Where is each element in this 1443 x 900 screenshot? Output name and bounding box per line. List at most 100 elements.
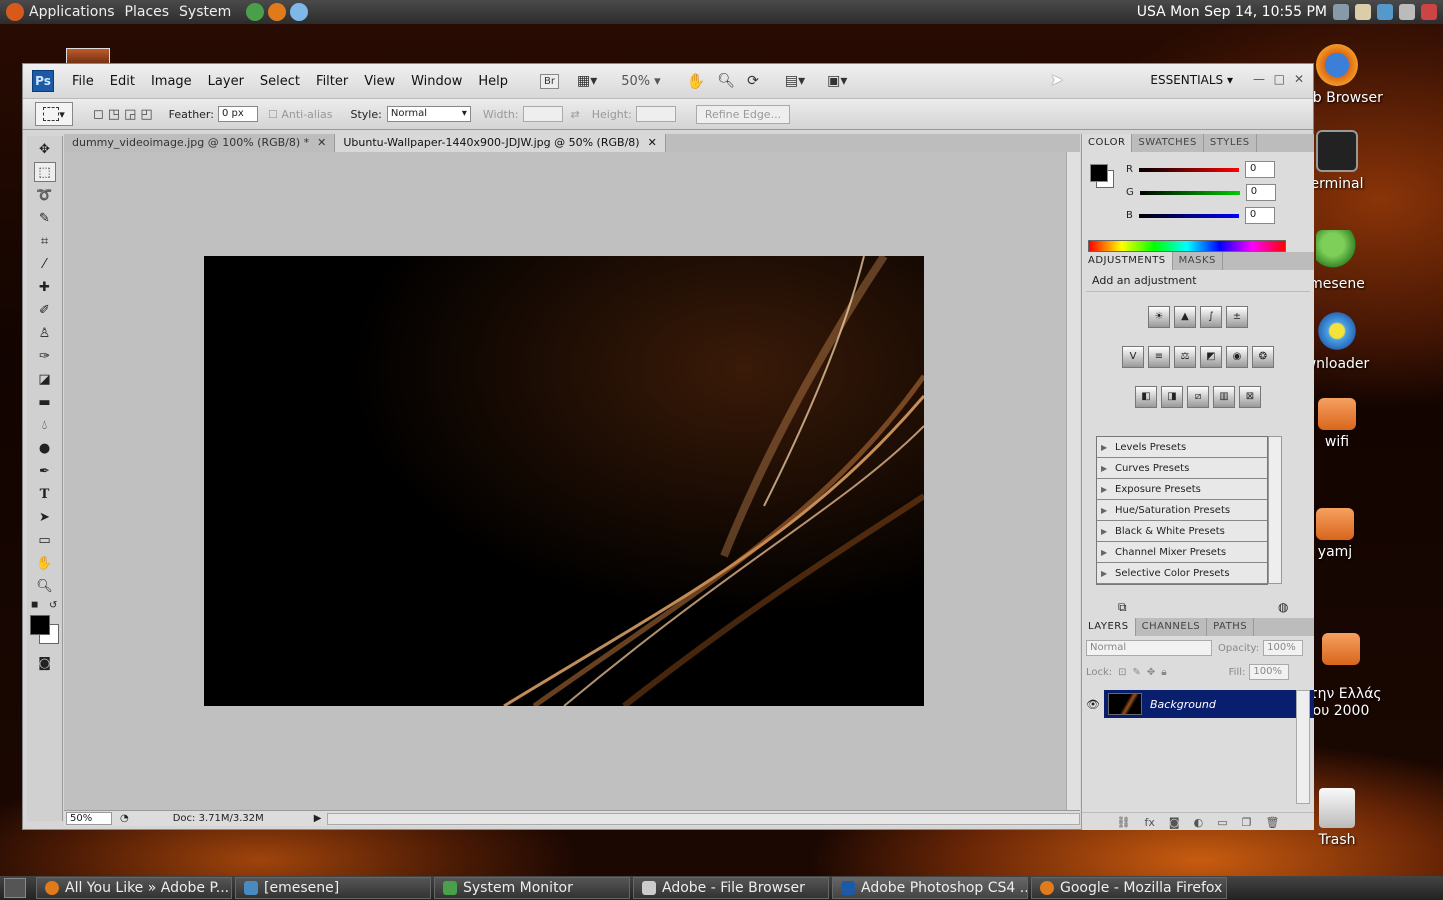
color-swatches[interactable]: ◼ ↺: [27, 600, 62, 650]
close-icon[interactable]: ✕: [1294, 72, 1304, 86]
menu-help[interactable]: Help: [470, 74, 516, 89]
menu-image[interactable]: Image: [143, 74, 200, 89]
layers-scrollbar[interactable]: [1296, 690, 1310, 804]
status-arrow-icon[interactable]: ▶: [314, 813, 322, 824]
quick-select-tool-icon[interactable]: ✎: [34, 208, 56, 228]
red-value[interactable]: 0: [1244, 161, 1275, 178]
view-extras-icon[interactable]: ▦▾: [577, 73, 597, 89]
green-value[interactable]: 0: [1245, 184, 1276, 201]
menu-layer[interactable]: Layer: [200, 74, 252, 89]
preset-levels[interactable]: Levels Presets: [1097, 437, 1267, 458]
selective-color-icon[interactable]: ⊠: [1239, 386, 1261, 408]
tab-layers[interactable]: LAYERS: [1082, 618, 1136, 636]
blue-value[interactable]: 0: [1244, 207, 1275, 224]
marquee-tool-icon[interactable]: ⬚: [33, 162, 56, 182]
black-white-icon[interactable]: ◩: [1200, 346, 1222, 368]
crop-tool-icon[interactable]: ⌗: [34, 231, 56, 251]
shape-tool-icon[interactable]: ▭: [34, 530, 56, 550]
hand-tool-icon[interactable]: ✋: [34, 553, 56, 573]
threshold-icon[interactable]: ⧄: [1187, 386, 1209, 408]
green-slider[interactable]: [1139, 190, 1240, 195]
lasso-tool-icon[interactable]: ➰: [34, 185, 56, 205]
presets-scrollbar[interactable]: [1268, 436, 1282, 584]
photo-filter-icon[interactable]: ◉: [1226, 346, 1248, 368]
foreground-color-swatch[interactable]: [30, 615, 50, 635]
window-switch-icon[interactable]: [1399, 4, 1415, 20]
maximize-icon[interactable]: □: [1274, 72, 1285, 86]
close-icon[interactable]: ✕: [317, 136, 326, 150]
add-mask-icon[interactable]: ◙: [1169, 816, 1180, 829]
history-brush-tool-icon[interactable]: ✑: [34, 346, 56, 366]
clip-to-layer-icon[interactable]: ⧉: [1118, 600, 1127, 615]
eyedropper-tool-icon[interactable]: ⁄: [34, 254, 56, 274]
canvas-area[interactable]: [64, 152, 1066, 810]
network-icon[interactable]: [1377, 4, 1393, 20]
tab-swatches[interactable]: SWATCHES: [1132, 134, 1204, 152]
tab-masks[interactable]: MASKS: [1173, 252, 1223, 270]
ps-logo[interactable]: Ps: [32, 70, 54, 92]
pen-tool-icon[interactable]: ✒: [34, 461, 56, 481]
layer-style-icon[interactable]: fx: [1145, 816, 1155, 829]
width-input[interactable]: [522, 106, 563, 122]
chevron-down-icon[interactable]: ▾: [654, 74, 661, 89]
menu-select[interactable]: Select: [252, 74, 308, 89]
style-select[interactable]: Normal ▾: [386, 106, 471, 122]
menu-window[interactable]: Window: [403, 74, 470, 89]
menu-edit[interactable]: Edit: [102, 74, 143, 89]
preset-selective-color[interactable]: Selective Color Presets: [1097, 563, 1267, 584]
preset-channel-mixer[interactable]: Channel Mixer Presets: [1097, 542, 1267, 563]
tab-document-2[interactable]: Ubuntu-Wallpaper-1440x900-JDJW.jpg @ 50%…: [335, 134, 666, 152]
new-layer-icon[interactable]: ❐: [1242, 816, 1252, 829]
tab-color[interactable]: COLOR: [1082, 134, 1133, 152]
color-balance-icon[interactable]: ⚖: [1174, 346, 1196, 368]
task-system-monitor[interactable]: System Monitor: [434, 877, 630, 899]
delete-layer-icon[interactable]: 🗑︎: [1265, 816, 1279, 829]
selection-mode-icons[interactable]: ◻◳◲◰: [93, 107, 157, 122]
red-slider[interactable]: [1138, 167, 1239, 172]
tab-channels[interactable]: CHANNELS: [1136, 618, 1208, 636]
return-to-list-icon[interactable]: ◍: [1278, 600, 1288, 614]
hue-saturation-icon[interactable]: ≡: [1148, 346, 1170, 368]
preset-black-white[interactable]: Black & White Presets: [1097, 521, 1267, 542]
status-menu-icon[interactable]: ◔: [120, 813, 129, 824]
menu-filter[interactable]: Filter: [308, 74, 356, 89]
visibility-eye-icon[interactable]: 👁︎: [1082, 690, 1104, 718]
task-photoshop[interactable]: Adobe Photoshop CS4 ...: [832, 877, 1028, 899]
feather-input[interactable]: 0 px: [217, 106, 258, 122]
clock[interactable]: USA Mon Sep 14, 10:55 PM: [1137, 4, 1327, 20]
downloader-launcher-icon[interactable]: [290, 3, 309, 21]
screen-mode-icon[interactable]: ▣▾: [827, 73, 847, 89]
tool-preset-picker[interactable]: ▾: [35, 102, 73, 126]
panel-foreground-swatch[interactable]: [1090, 164, 1108, 182]
menu-places[interactable]: Places: [120, 4, 175, 20]
menu-applications[interactable]: Applications: [24, 4, 120, 20]
arrange-documents-icon[interactable]: ▤▾: [785, 73, 805, 89]
move-tool-icon[interactable]: ✥: [34, 139, 56, 159]
rotate-view-icon[interactable]: ⟳: [747, 73, 759, 89]
zoom-input[interactable]: 50%: [66, 812, 112, 825]
blur-tool-icon[interactable]: 💧︎: [34, 415, 56, 435]
zoom-icon[interactable]: 🔍︎: [717, 73, 735, 89]
levels-icon[interactable]: ▲: [1174, 306, 1196, 328]
dodge-tool-icon[interactable]: ●: [34, 438, 56, 458]
brightness-contrast-icon[interactable]: ☀: [1148, 306, 1170, 328]
new-group-icon[interactable]: ▭: [1217, 816, 1227, 829]
link-layers-icon[interactable]: ⛓: [1117, 816, 1131, 829]
horizontal-scrollbar[interactable]: [327, 812, 1080, 825]
vibrance-icon[interactable]: V: [1122, 346, 1144, 368]
gradient-tool-icon[interactable]: ▬: [34, 392, 56, 412]
workspace-switcher[interactable]: ESSENTIALS ▾: [1150, 73, 1233, 87]
tab-paths[interactable]: PATHS: [1207, 618, 1255, 636]
height-input[interactable]: [635, 106, 676, 122]
task-all-you-like[interactable]: All You Like » Adobe P...: [36, 877, 232, 899]
close-icon[interactable]: ✕: [648, 136, 657, 150]
bridge-button[interactable]: Br: [540, 73, 559, 89]
tab-document-1[interactable]: dummy_videoimage.jpg @ 100% (RGB/8) * ✕: [64, 134, 336, 152]
channel-mixer-icon[interactable]: ❂: [1252, 346, 1274, 368]
type-tool-icon[interactable]: T: [34, 484, 56, 504]
show-desktop-icon[interactable]: [4, 878, 26, 898]
eraser-tool-icon[interactable]: ◪: [34, 369, 56, 389]
menu-file[interactable]: File: [64, 74, 102, 89]
quick-mask-icon[interactable]: ◙: [34, 653, 56, 673]
lock-icons[interactable]: ⊡✎✥🔒︎: [1118, 667, 1172, 678]
